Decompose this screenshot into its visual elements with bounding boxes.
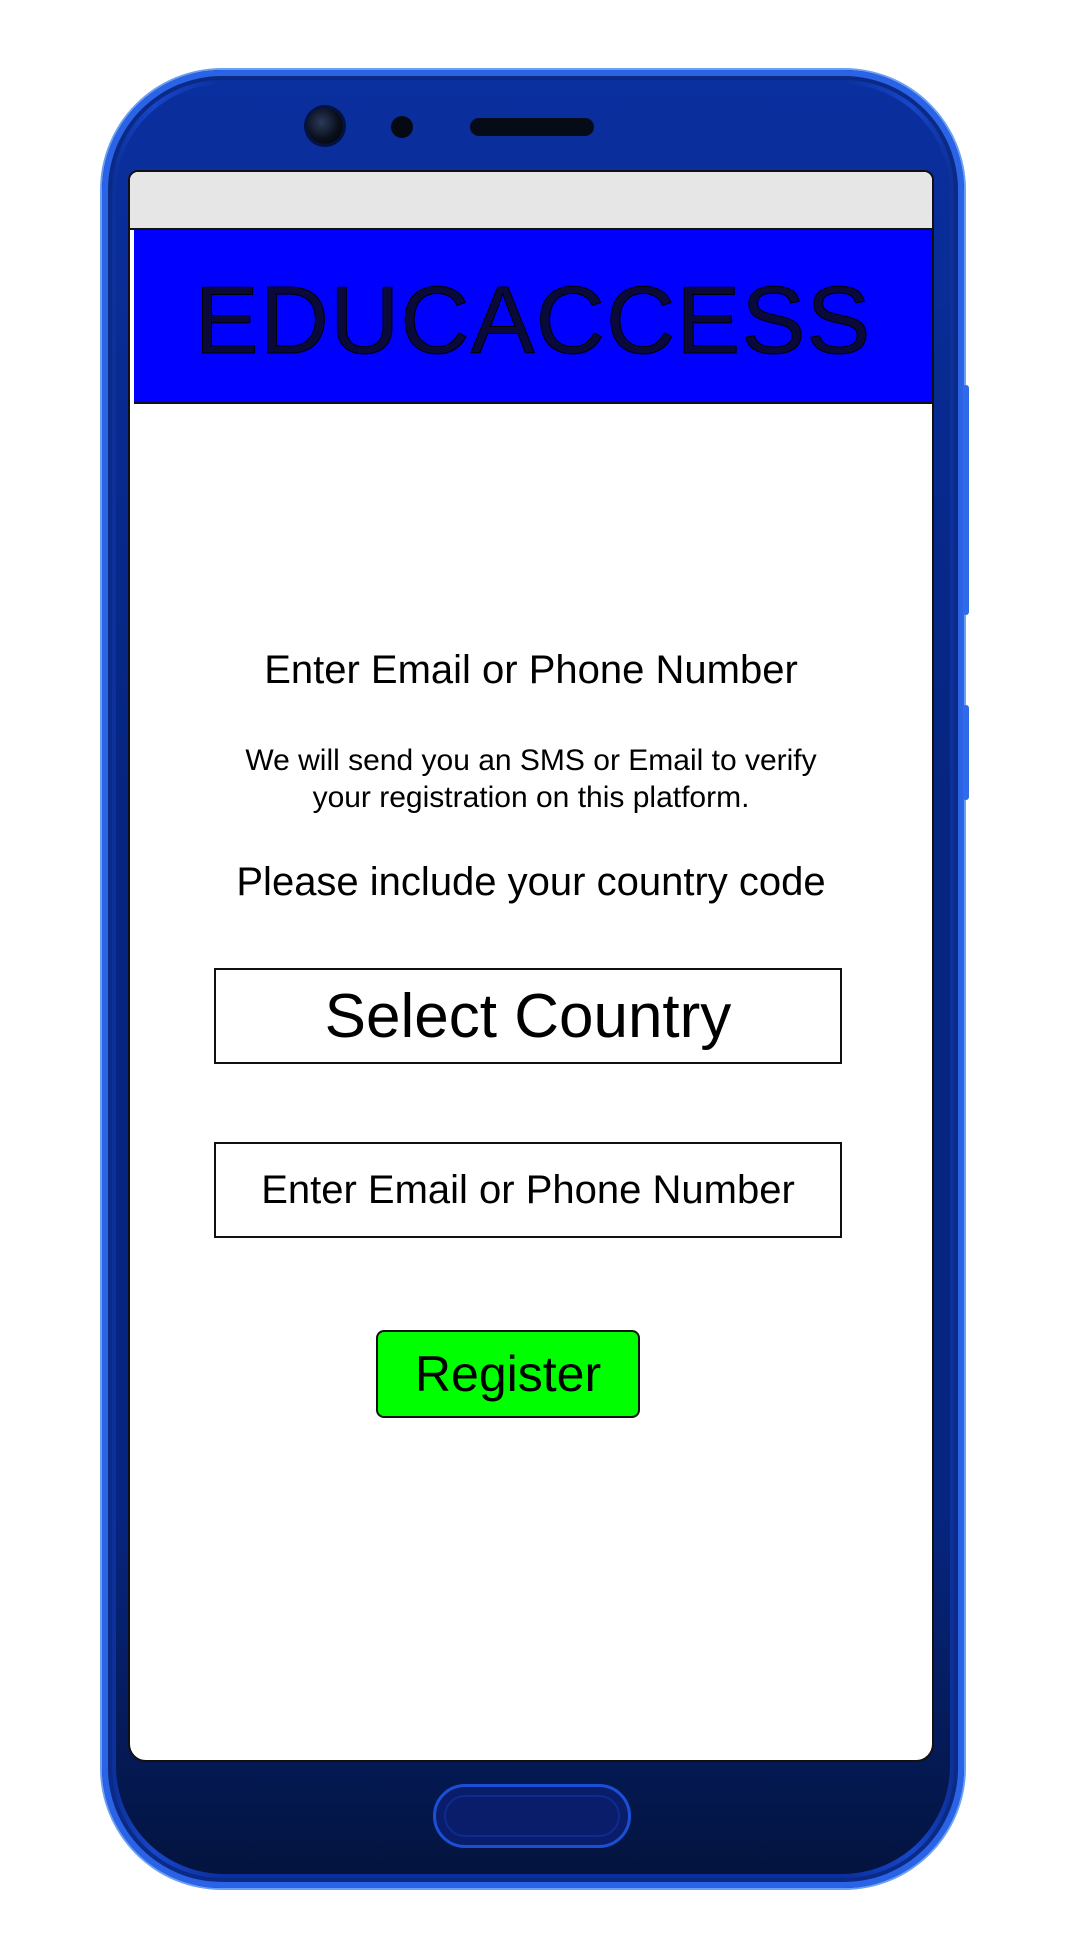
home-button-icon[interactable] <box>433 1784 631 1848</box>
register-button[interactable]: Register <box>376 1330 640 1418</box>
status-bar <box>130 172 932 230</box>
verification-info: We will send you an SMS or Email to veri… <box>190 742 872 816</box>
volume-button <box>963 385 969 615</box>
power-button <box>963 705 969 800</box>
app-header: EDUCACCESS <box>134 230 932 404</box>
country-code-hint: Please include your country code <box>236 860 826 904</box>
front-camera-icon <box>307 108 343 144</box>
verification-info-line: We will send you an SMS or Email to veri… <box>245 744 817 777</box>
sensor-icon <box>391 116 413 138</box>
app-screen: EDUCACCESS Enter Email or Phone Number W… <box>128 170 934 1762</box>
country-select[interactable]: Select Country <box>214 968 842 1064</box>
speaker-icon <box>470 118 594 136</box>
page-heading: Enter Email or Phone Number <box>264 648 798 692</box>
verification-info-line: your registration on this platform. <box>312 781 750 814</box>
email-or-phone-input[interactable] <box>214 1142 842 1238</box>
app-title: EDUCACCESS <box>194 267 872 375</box>
